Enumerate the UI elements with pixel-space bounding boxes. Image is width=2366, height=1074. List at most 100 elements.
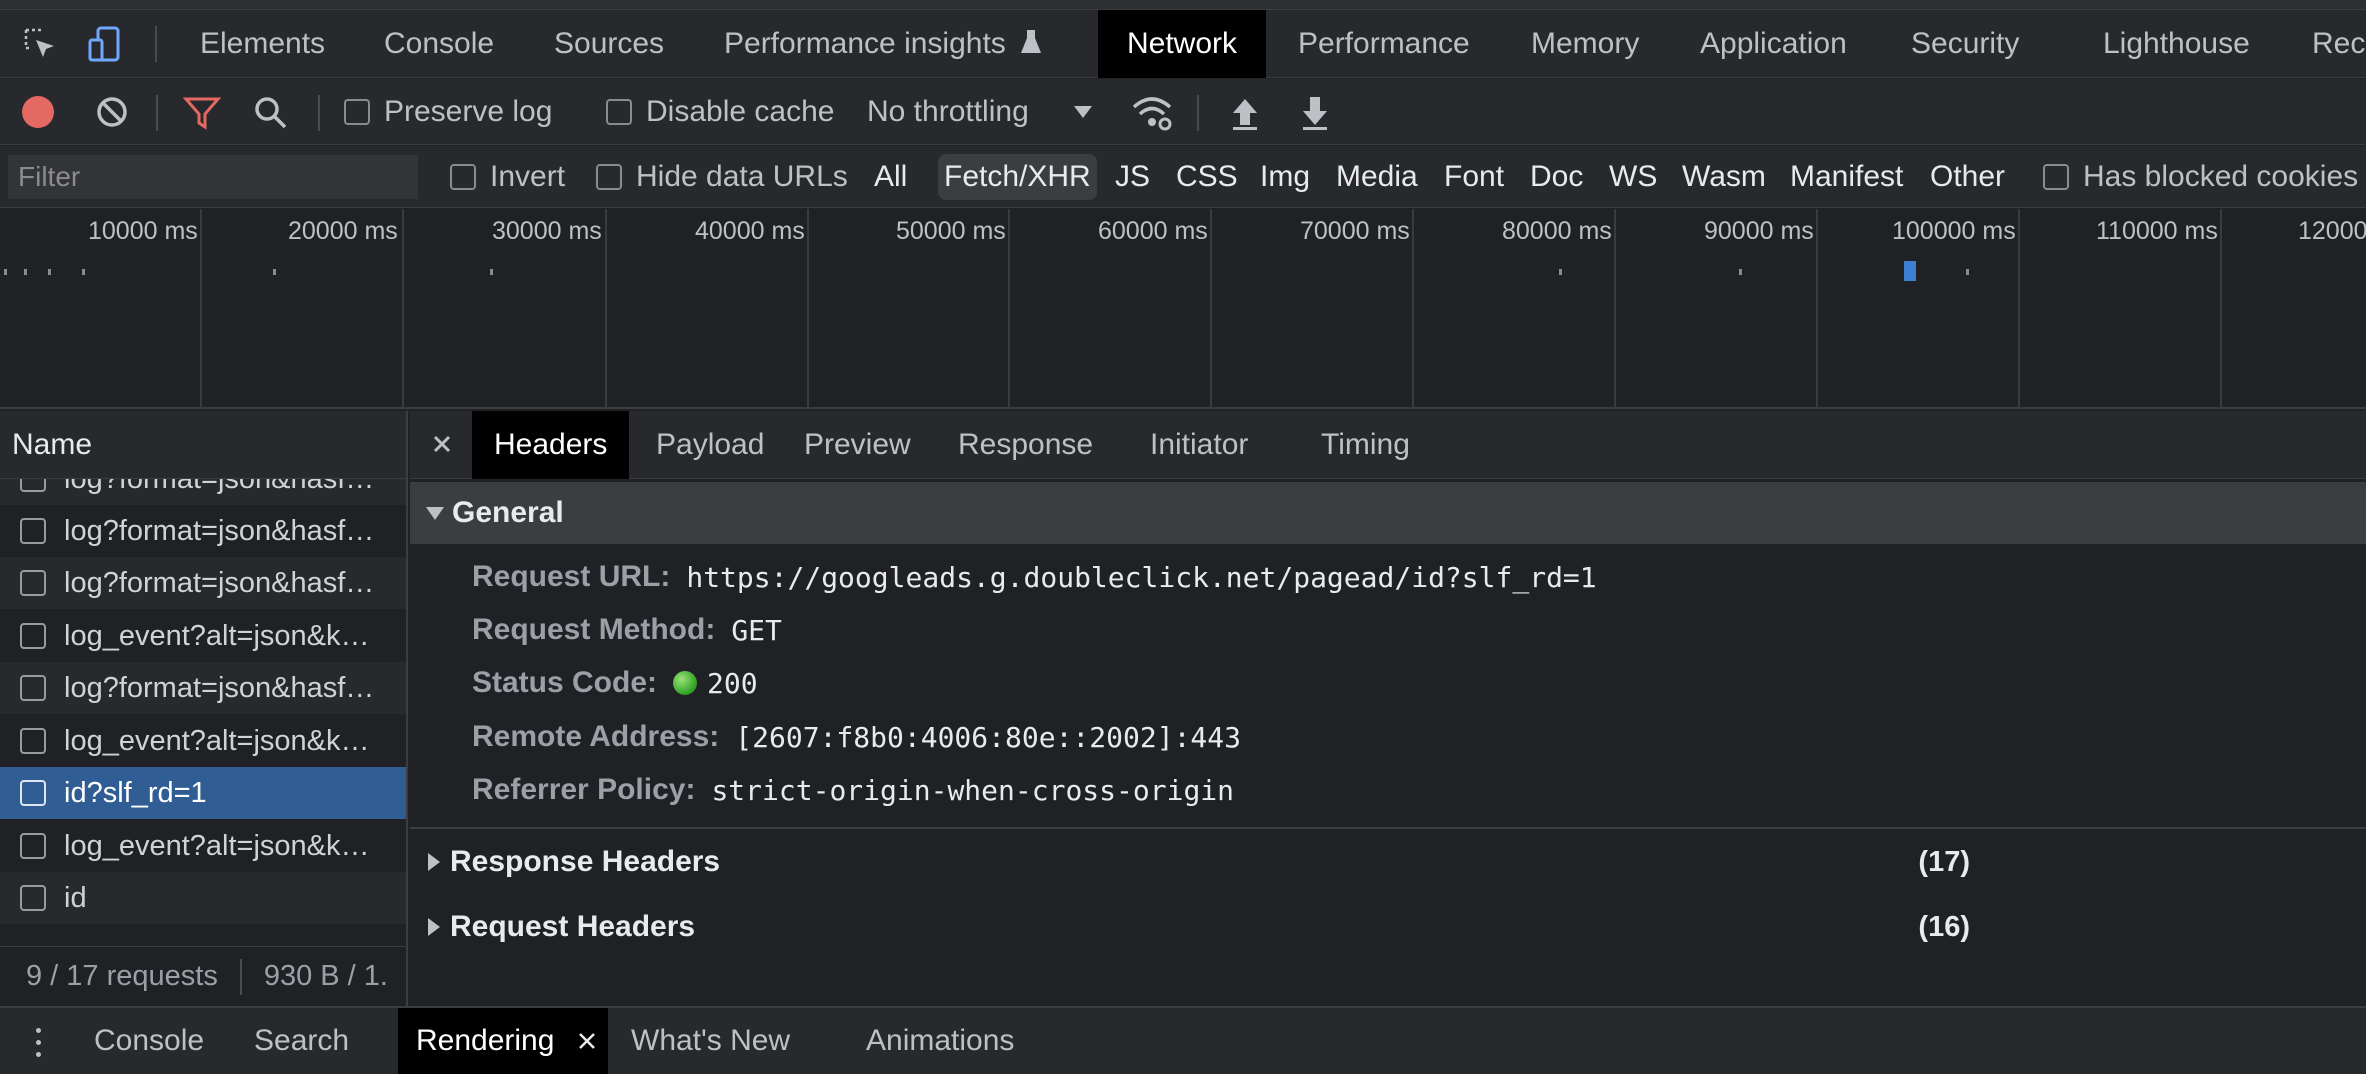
tab-memory[interactable]: Memory xyxy=(1502,10,1668,78)
request-list-panel: Name log?format=json&hasf… log?format=js… xyxy=(0,411,408,1006)
tab-recorder[interactable]: Rec xyxy=(2283,10,2366,78)
filter-type-other[interactable]: Other xyxy=(1924,154,2011,200)
hide-data-urls-box[interactable] xyxy=(596,164,622,190)
expand-triangle-icon xyxy=(428,918,440,936)
drawer-tab-console[interactable]: Console xyxy=(76,1008,222,1074)
request-row[interactable]: log?format=json&hasf… xyxy=(0,662,406,714)
timeline-request-mark xyxy=(1559,269,1562,275)
request-row[interactable]: log_event?alt=json&k… xyxy=(0,610,406,662)
response-headers-section-header[interactable]: Response Headers (17) xyxy=(410,835,1970,889)
filter-type-doc[interactable]: Doc xyxy=(1524,154,1589,200)
request-row-checkbox[interactable] xyxy=(20,833,46,859)
tab-application[interactable]: Application xyxy=(1671,10,1876,78)
request-row-checkbox[interactable] xyxy=(20,570,46,596)
tab-security[interactable]: Security xyxy=(1882,10,2048,78)
request-row[interactable]: log?format=json&hasf… xyxy=(0,557,406,609)
timeline-label: 80000 ms xyxy=(1502,217,1612,245)
more-tools-icon[interactable] xyxy=(36,1028,42,1058)
hide-data-urls-label: Hide data URLs xyxy=(636,160,848,193)
network-toolbar: Preserve log Disable cache No throttling xyxy=(0,79,2366,145)
filter-type-wasm[interactable]: Wasm xyxy=(1676,154,1772,200)
tab-initiator[interactable]: Initiator xyxy=(1128,411,1270,479)
tab-performance-insights[interactable]: Performance insights xyxy=(695,10,1071,78)
invert-checkbox[interactable]: Invert xyxy=(450,146,565,208)
tab-performance[interactable]: Performance xyxy=(1269,10,1499,78)
request-row-checkbox[interactable] xyxy=(20,728,46,754)
filter-type-all[interactable]: All xyxy=(868,154,913,200)
name-column-header[interactable]: Name xyxy=(0,411,406,479)
close-icon[interactable] xyxy=(432,434,452,454)
request-row[interactable]: log_event?alt=json&k… xyxy=(0,820,406,872)
status-code-value: 200 xyxy=(707,666,758,700)
timeline-gridline xyxy=(1816,209,1818,407)
drawer-tab-whats-new[interactable]: What's New xyxy=(613,1008,808,1074)
filter-type-js[interactable]: JS xyxy=(1109,154,1156,200)
filter-type-manifest[interactable]: Manifest xyxy=(1784,154,1909,200)
filter-type-media[interactable]: Media xyxy=(1330,154,1424,200)
throttling-select[interactable]: No throttling xyxy=(867,79,1093,145)
filter-icon[interactable] xyxy=(183,95,221,131)
request-method-row: Request Method: GET xyxy=(472,604,782,656)
throttling-value: No throttling xyxy=(867,95,1029,128)
tab-response[interactable]: Response xyxy=(936,411,1115,479)
timeline-label: 90000 ms xyxy=(1704,217,1814,245)
request-url-label: Request URL: xyxy=(472,560,671,593)
timeline-overview[interactable]: 10000 ms 20000 ms 30000 ms 40000 ms 5000… xyxy=(0,209,2366,409)
record-icon[interactable] xyxy=(20,94,56,130)
disable-cache-box[interactable] xyxy=(606,99,632,125)
has-blocked-cookies-box[interactable] xyxy=(2043,164,2069,190)
request-row[interactable]: log?format=json&hasf… xyxy=(0,505,406,557)
hide-data-urls-checkbox[interactable]: Hide data URLs xyxy=(596,146,848,208)
disable-cache-checkbox[interactable]: Disable cache xyxy=(606,79,834,145)
filter-type-css[interactable]: CSS xyxy=(1170,154,1244,200)
import-har-icon[interactable] xyxy=(1228,95,1262,131)
filter-type-font[interactable]: Font xyxy=(1438,154,1510,200)
request-row-checkbox[interactable] xyxy=(20,885,46,911)
export-har-icon[interactable] xyxy=(1298,95,1332,131)
drawer-tab-search[interactable]: Search xyxy=(236,1008,367,1074)
preserve-log-box[interactable] xyxy=(344,99,370,125)
inspect-element-icon[interactable] xyxy=(20,24,60,64)
search-icon[interactable] xyxy=(253,95,289,131)
tab-timing[interactable]: Timing xyxy=(1299,411,1432,479)
filter-type-img[interactable]: Img xyxy=(1254,154,1316,200)
tab-headers[interactable]: Headers xyxy=(472,411,630,479)
timeline-gridline xyxy=(1412,209,1414,407)
device-toolbar-icon[interactable] xyxy=(86,24,126,64)
invert-box[interactable] xyxy=(450,164,476,190)
tab-elements[interactable]: Elements xyxy=(171,10,354,78)
preserve-log-label: Preserve log xyxy=(384,95,553,128)
request-row-selected[interactable]: id?slf_rd=1 xyxy=(0,767,406,819)
tab-sources[interactable]: Sources xyxy=(525,10,693,78)
request-row[interactable]: log_event?alt=json&k… xyxy=(0,715,406,767)
network-conditions-icon[interactable] xyxy=(1130,93,1174,133)
filter-type-fetch-xhr[interactable]: Fetch/XHR xyxy=(938,154,1097,200)
drawer-tab-animations[interactable]: Animations xyxy=(848,1008,1032,1074)
general-section-header[interactable]: General xyxy=(410,482,2366,544)
tab-console[interactable]: Console xyxy=(355,10,523,78)
request-headers-section-header[interactable]: Request Headers (16) xyxy=(410,900,1970,954)
timeline-gridline xyxy=(2220,209,2222,407)
request-row-checkbox[interactable] xyxy=(20,479,46,492)
request-row-checkbox[interactable] xyxy=(20,518,46,544)
has-blocked-cookies-label: Has blocked cookies xyxy=(2083,160,2359,193)
timeline-gridline xyxy=(200,209,202,407)
invert-label: Invert xyxy=(490,160,566,193)
request-row-checkbox[interactable] xyxy=(20,623,46,649)
tab-network[interactable]: Network xyxy=(1098,10,1267,78)
filter-type-ws[interactable]: WS xyxy=(1603,154,1663,200)
clear-icon[interactable] xyxy=(94,94,130,130)
close-icon[interactable] xyxy=(578,1032,596,1050)
request-row-checkbox[interactable] xyxy=(20,780,46,806)
request-row[interactable]: log?format=json&hasf… xyxy=(0,479,406,505)
drawer-tab-rendering[interactable]: Rendering xyxy=(398,1008,609,1074)
has-blocked-cookies-checkbox[interactable]: Has blocked cookies xyxy=(2043,146,2358,208)
filter-input[interactable] xyxy=(8,155,418,199)
request-row-checkbox[interactable] xyxy=(20,675,46,701)
tab-preview[interactable]: Preview xyxy=(782,411,933,479)
tab-payload[interactable]: Payload xyxy=(634,411,786,479)
remote-address-label: Remote Address: xyxy=(472,720,720,753)
tab-lighthouse[interactable]: Lighthouse xyxy=(2074,10,2279,78)
preserve-log-checkbox[interactable]: Preserve log xyxy=(344,79,552,145)
request-row[interactable]: id xyxy=(0,872,406,924)
